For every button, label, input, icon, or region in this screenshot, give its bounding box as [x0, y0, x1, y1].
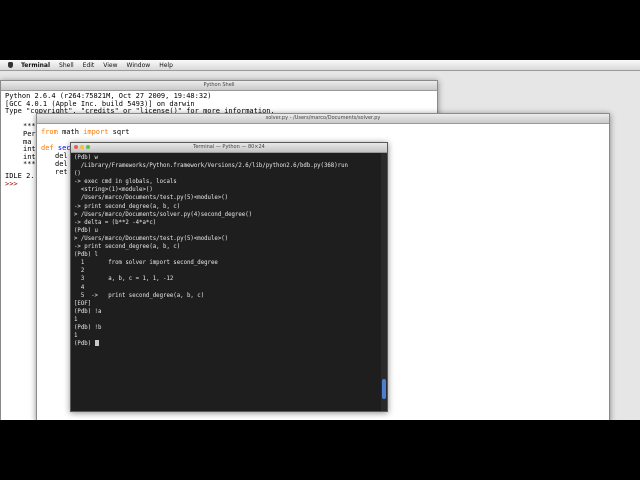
python-shell-titlebar[interactable]: Python Shell — [1, 81, 437, 91]
terminal-line: <string>(1)<module>() — [74, 187, 153, 194]
terminal-line: 2 — [74, 268, 85, 275]
terminal-line: -> delta = (b**2 -4*a*c) — [74, 219, 157, 226]
terminal-line: () — [74, 171, 81, 178]
terminal-line: (Pdb) !a — [74, 308, 102, 315]
desktop: Terminal Shell Edit View Window Help Pyt… — [0, 60, 640, 420]
scrollbar-thumb[interactable] — [382, 379, 386, 399]
menu-bar: Terminal Shell Edit View Window Help — [0, 60, 640, 71]
terminal-line: (Pdb) l — [74, 252, 98, 259]
terminal-line: /Library/Frameworks/Python.framework/Ver… — [74, 163, 348, 170]
terminal-line: /Users/marco/Documents/test.py(5)<module… — [74, 195, 229, 202]
terminal-prompt: (Pdb) — [74, 341, 95, 348]
window-title: Terminal — Python — 80×24 — [193, 144, 265, 150]
terminal-line: 4 — [74, 284, 85, 291]
window-title: solver.py - /Users/marco/Documents/solve… — [265, 115, 381, 121]
terminal-output[interactable]: (Pdb) w /Library/Frameworks/Python.frame… — [71, 153, 387, 405]
terminal-scrollbar[interactable] — [381, 153, 387, 411]
close-button[interactable] — [74, 145, 78, 149]
code-line-import: from math import sqrt — [41, 128, 130, 136]
terminal-line: (Pdb) w — [74, 155, 98, 161]
terminal-line: (Pdb) u — [74, 227, 98, 234]
terminal-line: -> print second_degree(a, b, c) — [74, 203, 181, 210]
editor-titlebar[interactable]: solver.py - /Users/marco/Documents/solve… — [37, 114, 609, 124]
terminal-line: 5 -> print second_degree(a, b, c) — [74, 292, 205, 299]
window-title: Python Shell — [203, 82, 235, 88]
terminal-line: 3 a, b, c = 1, 1, -12 — [74, 276, 174, 283]
terminal-line: -> print second_degree(a, b, c) — [74, 244, 181, 251]
terminal-prompt-line[interactable]: (Pdb) — [74, 340, 384, 348]
terminal-line: [EOF] — [74, 300, 92, 307]
terminal-line: > /Users/marco/Documents/test.py(5)<modu… — [74, 235, 229, 242]
terminal-line: 1 from solver import second_degree — [74, 260, 218, 267]
text-cursor — [94, 340, 99, 347]
menu-view[interactable]: View — [103, 62, 117, 69]
menu-edit[interactable]: Edit — [83, 62, 95, 69]
terminal-window[interactable]: Terminal — Python — 80×24 (Pdb) w /Libra… — [70, 142, 388, 412]
terminal-line: 1 — [74, 333, 78, 340]
zoom-button[interactable] — [86, 145, 90, 149]
window-controls — [74, 145, 90, 149]
terminal-titlebar[interactable]: Terminal — Python — 80×24 — [71, 143, 387, 153]
terminal-line: 1 — [74, 316, 78, 323]
menu-shell[interactable]: Shell — [59, 62, 74, 69]
menu-window[interactable]: Window — [127, 62, 151, 69]
minimize-button[interactable] — [80, 145, 84, 149]
terminal-line: -> exec cmd in globals, locals — [74, 179, 177, 186]
terminal-line: (Pdb) !b — [74, 324, 102, 331]
terminal-line: > /Users/marco/Documents/solver.py(4)sec… — [74, 211, 253, 218]
menu-help[interactable]: Help — [159, 62, 173, 69]
apple-icon[interactable] — [8, 62, 13, 68]
menu-app-terminal[interactable]: Terminal — [21, 62, 50, 69]
